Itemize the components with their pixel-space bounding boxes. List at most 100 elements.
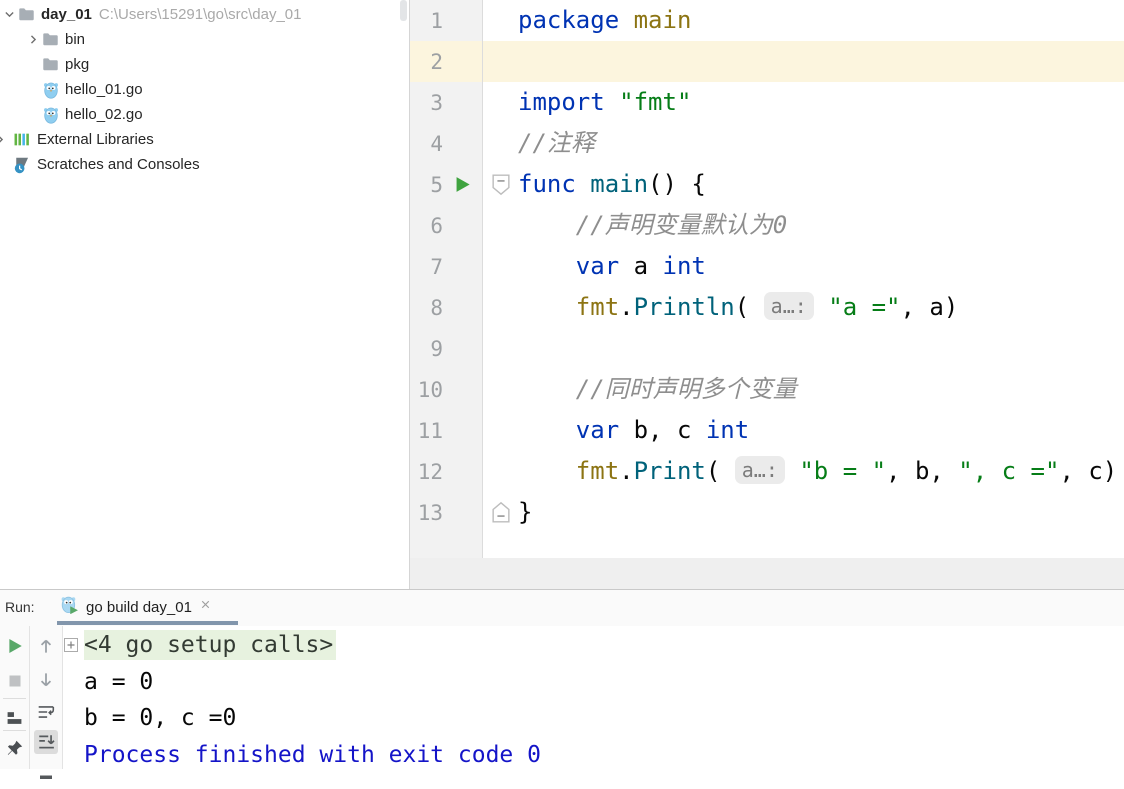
run-toolbar (0, 626, 30, 769)
gutter-filler (410, 533, 1124, 558)
editor-line-3[interactable]: 3import "fmt" (410, 82, 1124, 123)
fold-slot (483, 123, 518, 164)
code-text (518, 41, 1124, 82)
editor-line-1[interactable]: 1package main (410, 0, 1124, 41)
console-text-stdout: b = 0, c =0 (84, 705, 236, 731)
tab-underline (57, 621, 238, 625)
chevron-spacer (26, 107, 41, 122)
project-path: C:\Users\15291\go\src\day_01 (99, 6, 302, 23)
scroll-end-icon (37, 733, 55, 751)
tree-item-day_01[interactable]: day_01C:\Users\15291\go\src\day_01 (0, 2, 409, 27)
fold-slot (483, 410, 518, 451)
fold-open-icon[interactable] (491, 173, 511, 196)
play-icon (6, 637, 24, 655)
token-pl (518, 293, 576, 321)
tree-item-scratches-and-consoles[interactable]: Scratches and Consoles (0, 152, 409, 177)
token-cmt: //声明变量默认为0 (576, 211, 787, 239)
project-panel[interactable]: day_01C:\Users\15291\go\src\day_01binpkg… (0, 0, 410, 589)
editor-line-5[interactable]: 5func main() { (410, 164, 1124, 205)
run-tab[interactable]: go build day_01 (54, 592, 218, 622)
token-pl: . (619, 293, 633, 321)
editor-lines: 1package main23import "fmt"4//注释5func ma… (410, 0, 1124, 558)
toolbar-separator (3, 698, 26, 699)
editor-line-13[interactable]: 13} (410, 492, 1124, 533)
line-number: 12 (410, 460, 443, 484)
editor-line-9[interactable]: 9 (410, 328, 1124, 369)
token-pl: . (619, 457, 633, 485)
stop-button[interactable] (3, 669, 27, 693)
token-kw: var (576, 416, 619, 444)
soft-wrap-button[interactable] (34, 700, 58, 724)
tree-item-pkg[interactable]: pkg (0, 52, 409, 77)
parameter-hint: a…: (735, 456, 785, 484)
close-icon[interactable] (199, 598, 212, 616)
token-str: "a =" (828, 293, 900, 321)
tree-item-hello_01-go[interactable]: hello_01.go (0, 77, 409, 102)
rerun-button[interactable] (3, 634, 27, 658)
tree-item-label: hello_01.go (65, 81, 143, 98)
token-pl (518, 416, 576, 444)
fold-slot (483, 41, 518, 82)
editor-line-2[interactable]: 2 (410, 41, 1124, 82)
token-fn: Print (634, 457, 706, 485)
gutter: 3 (410, 82, 483, 123)
code-editor[interactable]: 1package main23import "fmt"4//注释5func ma… (410, 0, 1124, 558)
line-number: 9 (410, 337, 443, 361)
restore-layout-button[interactable] (3, 705, 27, 729)
expand-fold-icon[interactable] (64, 638, 78, 652)
chevron-down-icon[interactable] (2, 7, 17, 22)
folder-icon (41, 56, 60, 73)
editor-line-12[interactable]: 12 fmt.Print( a…: "b = ", b, ", c =", c) (410, 451, 1124, 492)
soft-wrap-icon (37, 703, 55, 721)
tree-item-label: hello_02.go (65, 106, 143, 123)
token-kw: import (518, 88, 605, 116)
go-file-icon (41, 106, 60, 124)
line-number: 8 (410, 296, 443, 320)
console-text-stdout: a = 0 (84, 669, 153, 695)
editor-line-7[interactable]: 7 var a int (410, 246, 1124, 287)
pin-tab-button[interactable] (3, 736, 27, 760)
library-icon (13, 131, 32, 148)
next-occurrence-button[interactable] (34, 668, 58, 692)
chevron-right-icon[interactable] (0, 132, 8, 147)
project-scrollbar-thumb[interactable] (400, 0, 407, 21)
token-kw: package (518, 6, 619, 34)
token-str: ", c =" (958, 457, 1059, 485)
line-number: 5 (410, 173, 443, 197)
editor-line-10[interactable]: 10 //同时声明多个变量 (410, 369, 1124, 410)
clear-partial-icon (39, 775, 54, 780)
line-number: 3 (410, 91, 443, 115)
fold-slot (483, 533, 518, 558)
editor-line-4[interactable]: 4//注释 (410, 123, 1124, 164)
fold-slot (483, 451, 518, 492)
console-text-system: Process finished with exit code 0 (84, 742, 541, 768)
token-pl: , b, (886, 457, 958, 485)
line-number: 4 (410, 132, 443, 156)
token-pl: , c) (1059, 457, 1117, 485)
editor-line-11[interactable]: 11 var b, c int (410, 410, 1124, 451)
editor-bottom-scroll-area (410, 558, 1124, 589)
chevron-right-icon[interactable] (26, 32, 41, 47)
tree-item-bin[interactable]: bin (0, 27, 409, 52)
prev-occurrence-button[interactable] (34, 634, 58, 658)
scratches-icon (13, 156, 32, 174)
console-line: b = 0, c =0 (63, 700, 1124, 737)
scroll-to-end-button[interactable] (34, 730, 58, 754)
fold-slot (483, 82, 518, 123)
line-number: 10 (410, 378, 443, 402)
token-pl (619, 6, 633, 34)
tree-item-hello_02-go[interactable]: hello_02.go (0, 102, 409, 127)
run-main-icon[interactable] (453, 175, 472, 194)
code-text: //同时声明多个变量 (518, 369, 1124, 410)
token-fn: Println (634, 293, 735, 321)
run-label: Run: (5, 599, 35, 615)
tree-item-external-libraries[interactable]: External Libraries (0, 127, 409, 152)
line-number: 13 (410, 501, 443, 525)
gutter-icon-slot (443, 175, 481, 194)
fold-slot (483, 246, 518, 287)
editor-line-6[interactable]: 6 //声明变量默认为0 (410, 205, 1124, 246)
gutter: 2 (410, 41, 483, 82)
editor-line-8[interactable]: 8 fmt.Println( a…: "a =", a) (410, 287, 1124, 328)
console-output[interactable]: <4 go setup calls>a = 0b = 0, c =0Proces… (63, 626, 1124, 769)
fold-close-icon[interactable] (491, 501, 511, 524)
